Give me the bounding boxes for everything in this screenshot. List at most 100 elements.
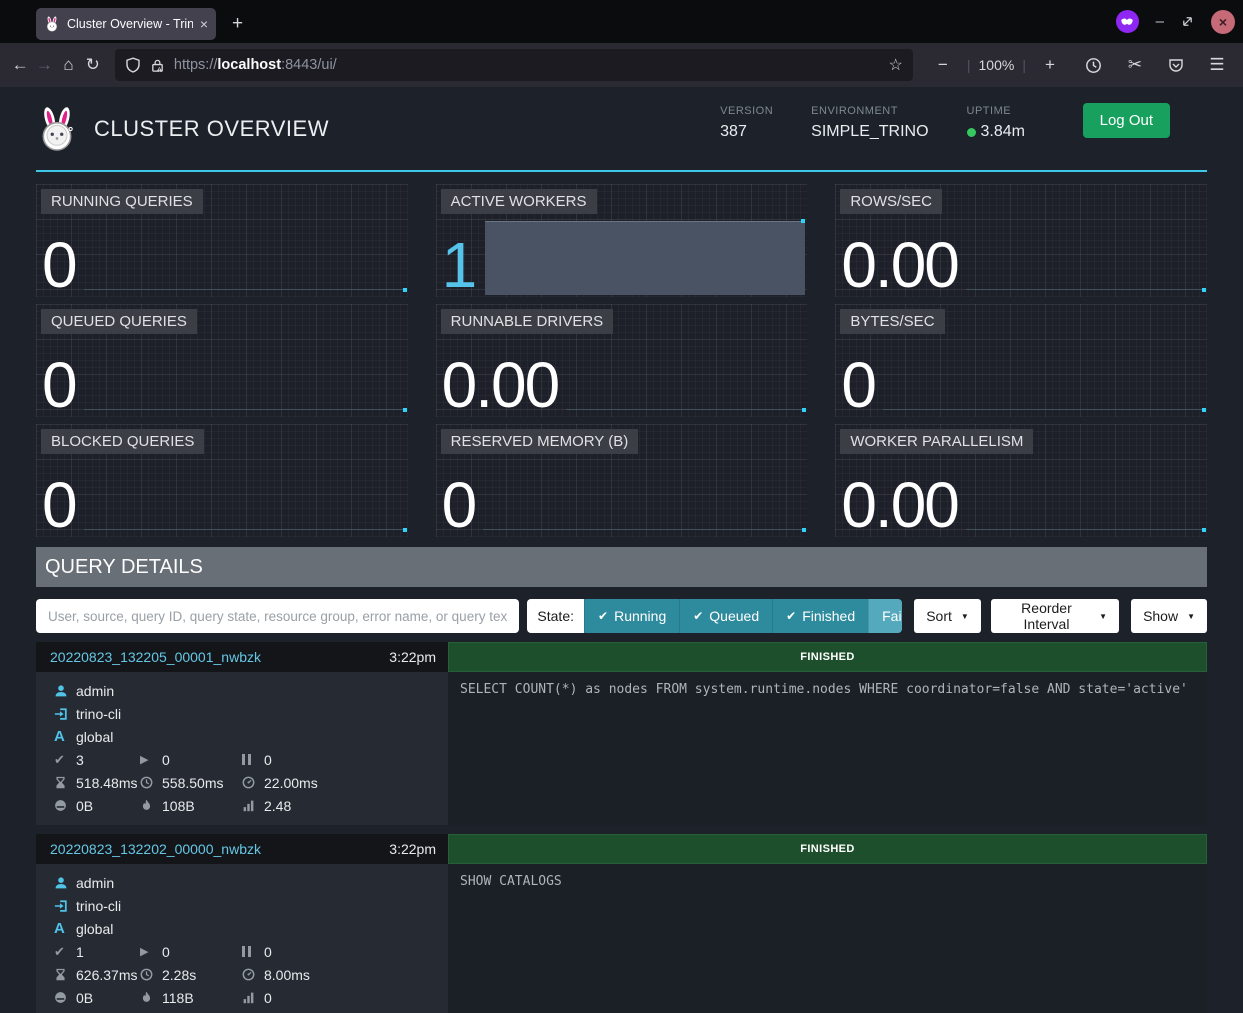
browser-tab[interactable]: Cluster Overview - Trino × bbox=[36, 8, 216, 40]
parallelism-chart-icon bbox=[242, 991, 264, 1004]
filter-label: Failed bbox=[882, 608, 902, 624]
query-id-link[interactable]: 20220823_132202_00000_nwbzk bbox=[50, 841, 389, 857]
stat-value: 0.00 bbox=[442, 356, 559, 417]
check-icon: ✔ bbox=[598, 609, 608, 623]
stat-card-queued-queries: QUEUED QUERIES 0 bbox=[36, 304, 408, 417]
trino-logo-icon bbox=[36, 105, 78, 153]
query-time: 3:22pm bbox=[389, 841, 436, 857]
minimize-button[interactable]: – bbox=[1156, 13, 1164, 30]
cumulative-memory: 108B bbox=[162, 798, 195, 814]
reload-icon[interactable]: ↻ bbox=[83, 50, 103, 80]
resource-group-icon: A bbox=[54, 920, 76, 937]
sparkline bbox=[883, 400, 1205, 410]
page-header: CLUSTER OVERVIEW VERSION 387 ENVIRONMENT… bbox=[36, 87, 1207, 172]
uptime-value: 3.84m bbox=[981, 123, 1025, 141]
elapsed-clock-icon bbox=[140, 776, 162, 789]
stat-label: RESERVED MEMORY (B) bbox=[441, 429, 639, 454]
cpu-time: 8.00ms bbox=[264, 967, 310, 983]
stat-card-blocked-queries: BLOCKED QUERIES 0 bbox=[36, 424, 408, 537]
cumulative-flame-icon bbox=[140, 799, 162, 812]
sparkline bbox=[84, 520, 406, 530]
filter-running-button[interactable]: ✔ Running bbox=[584, 599, 679, 633]
new-tab-button[interactable]: + bbox=[232, 13, 243, 35]
environment-value: SIMPLE_TRINO bbox=[811, 123, 928, 141]
history-clock-icon[interactable] bbox=[1078, 50, 1110, 80]
url-bar[interactable]: https://localhost:8443/ui/ ☆ bbox=[115, 49, 913, 81]
restore-button[interactable] bbox=[1181, 15, 1194, 28]
close-button[interactable]: × bbox=[1211, 10, 1235, 34]
chevron-down-icon: ▼ bbox=[961, 612, 969, 621]
sparkline bbox=[483, 520, 805, 530]
button-label: Sort bbox=[926, 608, 952, 624]
zoom-out-icon[interactable]: − bbox=[927, 50, 959, 80]
cpu-gauge-icon bbox=[242, 968, 264, 981]
stat-card-bytes-sec: BYTES/SEC 0 bbox=[835, 304, 1207, 417]
window-controls: – × bbox=[1116, 0, 1235, 43]
cpu-gauge-icon bbox=[242, 776, 264, 789]
completed-splits-icon: ✔ bbox=[54, 944, 76, 960]
menu-hamburger-icon[interactable]: ☰ bbox=[1201, 50, 1233, 80]
queued-splits-icon bbox=[242, 946, 264, 957]
sparkline-area bbox=[485, 221, 805, 295]
cpu-time: 22.00ms bbox=[264, 775, 318, 791]
zoom-level[interactable]: 100% bbox=[979, 57, 1015, 73]
stat-value: 0.00 bbox=[841, 476, 958, 537]
pocket-icon[interactable] bbox=[1160, 50, 1192, 80]
sparkline bbox=[84, 400, 406, 410]
query-status-badge: FINISHED bbox=[448, 642, 1207, 672]
stat-label: RUNNABLE DRIVERS bbox=[441, 309, 614, 334]
version-value: 387 bbox=[720, 123, 773, 141]
version-block: VERSION 387 bbox=[720, 105, 773, 141]
query-resource-group: global bbox=[76, 921, 113, 937]
tab-title: Cluster Overview - Trino bbox=[67, 17, 193, 31]
stats-grid: RUNNING QUERIES 0 ACTIVE WORKERS 1 ROWS/… bbox=[36, 184, 1207, 537]
query-info-panel: admin trino-cli Aglobal ✔3 ▶0 0 518.48ms… bbox=[36, 672, 448, 825]
queued-splits-icon bbox=[242, 754, 264, 765]
private-browsing-icon bbox=[1116, 10, 1139, 33]
logout-button[interactable]: Log Out bbox=[1083, 103, 1170, 138]
url-text[interactable]: https://localhost:8443/ui/ bbox=[174, 57, 880, 73]
resource-group-icon: A bbox=[54, 728, 76, 745]
filter-label: Running bbox=[614, 608, 666, 624]
query-search-input[interactable] bbox=[36, 599, 519, 633]
query-user: admin bbox=[76, 683, 114, 699]
query-id-link[interactable]: 20220823_132205_00001_nwbzk bbox=[50, 649, 389, 665]
stat-label: WORKER PARALLELISM bbox=[840, 429, 1033, 454]
home-icon[interactable]: ⌂ bbox=[58, 50, 78, 80]
shield-icon[interactable] bbox=[125, 57, 141, 73]
query-filter-toolbar: State: ✔ Running ✔ Queued ✔ Finished Fai… bbox=[36, 599, 1207, 633]
show-dropdown[interactable]: Show ▼ bbox=[1131, 599, 1207, 633]
completed-splits-icon: ✔ bbox=[54, 752, 76, 768]
wall-time: 626.37ms bbox=[76, 967, 137, 983]
running-splits-icon: ▶ bbox=[140, 945, 162, 958]
screenshot-scissors-icon[interactable]: ✂ bbox=[1119, 50, 1151, 80]
tab-close-icon[interactable]: × bbox=[200, 16, 208, 32]
stat-label: ROWS/SEC bbox=[840, 189, 942, 214]
reorder-interval-dropdown[interactable]: Reorder Interval ▼ bbox=[991, 599, 1119, 633]
lock-warning-icon[interactable] bbox=[150, 58, 165, 73]
wall-time: 518.48ms bbox=[76, 775, 137, 791]
filter-failed-dropdown[interactable]: Failed ▼ bbox=[868, 599, 902, 633]
filter-queued-button[interactable]: ✔ Queued bbox=[679, 599, 772, 633]
zoom-in-icon[interactable]: + bbox=[1034, 50, 1066, 80]
filter-finished-button[interactable]: ✔ Finished bbox=[772, 599, 868, 633]
source-signin-icon bbox=[54, 899, 76, 913]
back-icon[interactable]: ← bbox=[10, 50, 30, 80]
uptime-label: UPTIME bbox=[967, 105, 1025, 117]
query-row: 20220823_132202_00000_nwbzk 3:22pm FINIS… bbox=[36, 834, 1207, 1013]
stat-label: RUNNING QUERIES bbox=[41, 189, 203, 214]
bookmark-star-icon[interactable]: ☆ bbox=[889, 55, 903, 75]
stat-card-active-workers: ACTIVE WORKERS 1 bbox=[436, 184, 808, 297]
stat-value: 0.00 bbox=[841, 236, 958, 297]
completed-splits: 1 bbox=[76, 944, 84, 960]
forward-icon[interactable]: → bbox=[34, 50, 54, 80]
stat-label: BYTES/SEC bbox=[840, 309, 944, 334]
stat-value-link[interactable]: 1 bbox=[442, 236, 476, 297]
filter-label: Queued bbox=[709, 608, 759, 624]
chevron-down-icon: ▼ bbox=[1099, 612, 1107, 621]
user-icon bbox=[54, 876, 76, 890]
browser-window: Cluster Overview - Trino × + – × ← → ⌂ ↻ bbox=[0, 0, 1243, 1013]
zoom-controls: − | 100% | + bbox=[927, 50, 1066, 80]
sort-dropdown[interactable]: Sort ▼ bbox=[914, 599, 981, 633]
memory-icon bbox=[54, 991, 76, 1004]
